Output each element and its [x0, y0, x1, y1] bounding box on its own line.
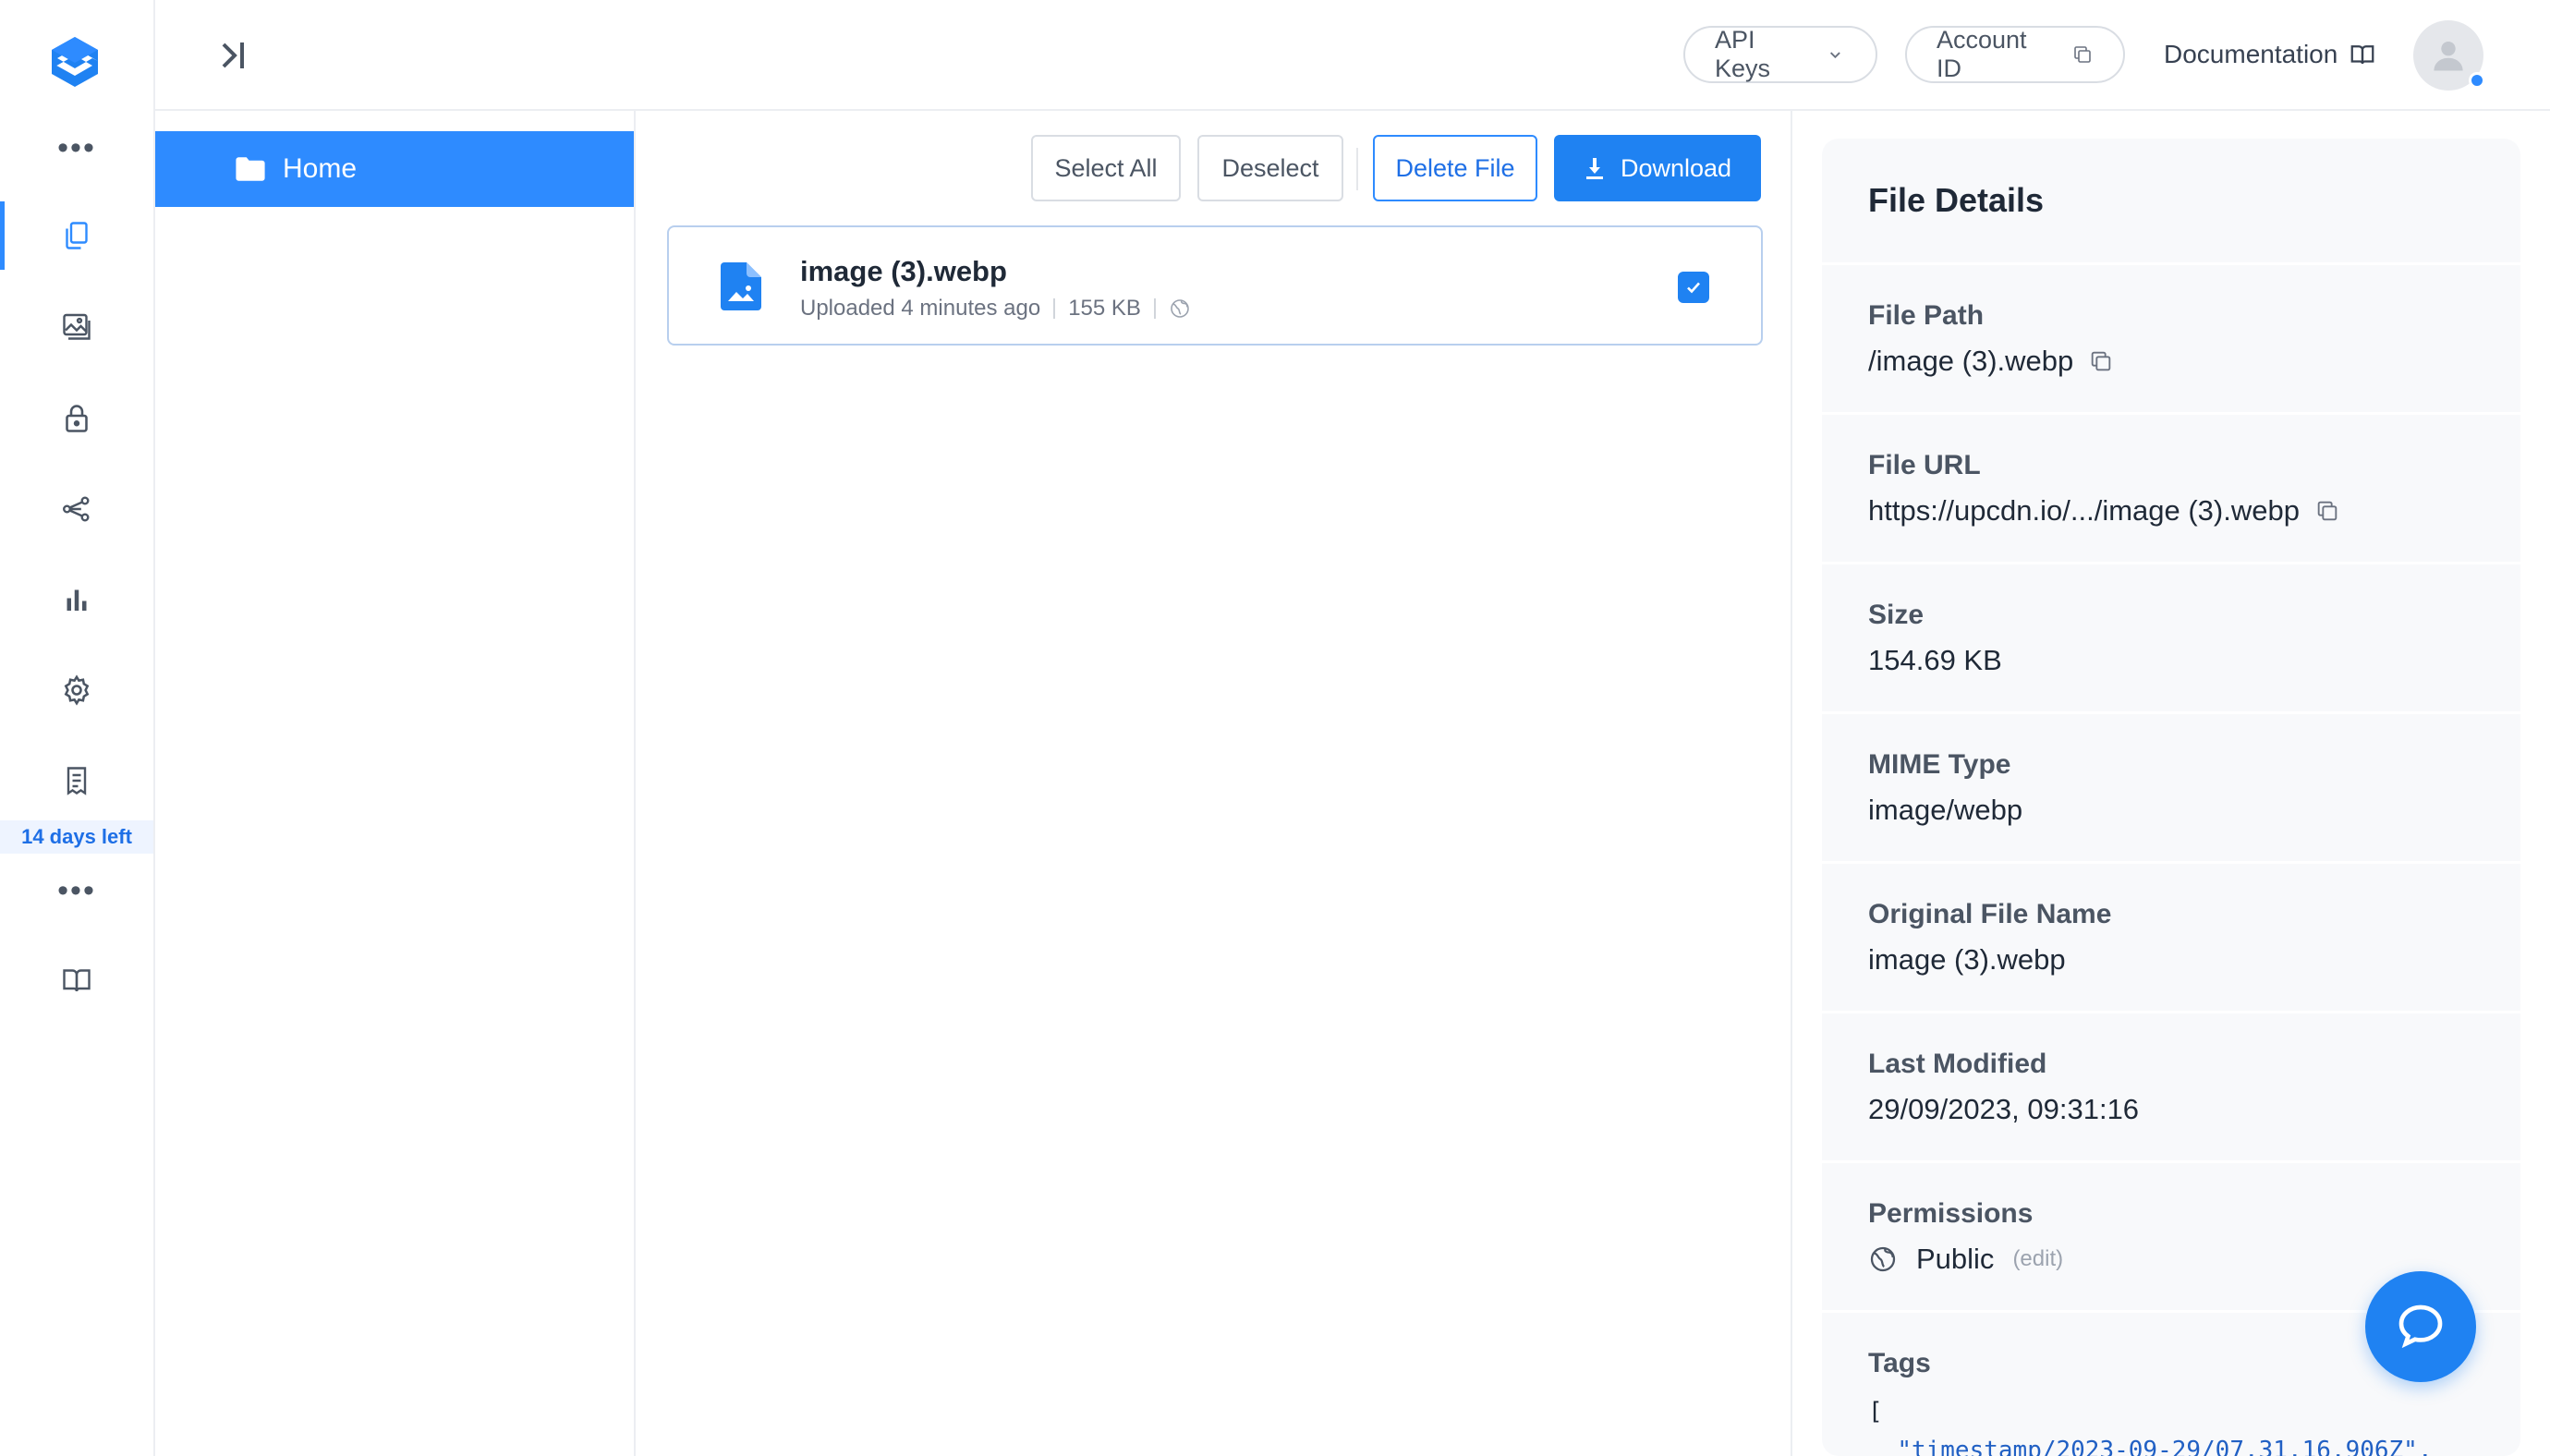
image-icon [63, 313, 91, 340]
nav-settings[interactable] [0, 656, 153, 724]
lock-icon [66, 405, 88, 432]
file-meta: Uploaded 4 minutes ago 155 KB [800, 296, 1191, 322]
online-status-dot [2469, 72, 2485, 89]
check-icon [1687, 282, 1700, 294]
nav-security[interactable] [0, 384, 153, 453]
permissions-value: Public [1916, 1243, 1995, 1275]
file-browser: Select All Deselect Delete File Download… [638, 111, 1792, 1456]
file-details-panel: File Details File Path /image (3).webp F… [1822, 139, 2520, 1456]
gear-icon [64, 674, 90, 706]
chat-bubble-icon [2398, 1304, 2443, 1349]
meta-separator [1053, 298, 1056, 319]
share-nodes-icon [62, 496, 90, 522]
nav-docs[interactable] [0, 946, 153, 1014]
deselect-button[interactable]: Deselect [1197, 135, 1343, 201]
copy-icon[interactable] [2314, 498, 2340, 524]
download-label: Download [1620, 153, 1732, 182]
detail-original-name: Original File Name image (3).webp [1822, 861, 2520, 1011]
api-keys-dropdown[interactable]: API Keys [1683, 26, 1877, 83]
download-button[interactable]: Download [1554, 135, 1761, 201]
file-checkbox[interactable] [1678, 272, 1709, 303]
select-all-button[interactable]: Select All [1031, 135, 1181, 201]
globe-icon [1870, 1246, 1896, 1272]
files-icon [66, 222, 88, 249]
nav-integrations[interactable] [0, 475, 153, 543]
download-icon [1585, 158, 1603, 179]
folder-label: Home [283, 153, 358, 184]
copy-icon[interactable] [2088, 348, 2114, 374]
detail-label: MIME Type [1868, 749, 2011, 780]
detail-label: File Path [1868, 300, 1985, 331]
documentation-label: Documentation [2164, 40, 2338, 68]
chevron-down-icon [1830, 52, 1841, 59]
detail-last-modified: Last Modified 29/09/2023, 09:31:16 [1822, 1011, 2520, 1160]
detail-file-url: File URL https://upcdn.io/.../image (3).… [1822, 412, 2520, 562]
nav-billing[interactable] [0, 746, 153, 815]
trial-badge[interactable]: 14 days left [0, 820, 153, 854]
ellipsis-icon[interactable]: ••• [0, 875, 153, 906]
nav-images[interactable] [0, 292, 153, 360]
image-file-icon [721, 262, 761, 310]
detail-file-path: File Path /image (3).webp [1822, 262, 2520, 412]
edit-permissions-link[interactable]: (edit) [2012, 1246, 2063, 1272]
top-bar: API Keys Account ID Documentation [155, 0, 2550, 111]
file-name: image (3).webp [800, 255, 1007, 287]
receipt-icon [67, 767, 87, 795]
tags-json: [ "timestamp/2023-09-29/07.31.16.906Z", [1868, 1392, 2433, 1456]
file-row[interactable]: image (3).webp Uploaded 4 minutes ago 15… [667, 225, 1763, 346]
nav-analytics[interactable] [0, 565, 153, 634]
mime-value: image/webp [1868, 794, 2023, 826]
size-value: 154.69 KB [1868, 644, 2002, 676]
expand-sidebar-icon[interactable] [220, 39, 249, 72]
ellipsis-icon[interactable]: ••• [0, 132, 153, 164]
detail-label: Tags [1868, 1348, 1931, 1378]
api-keys-label: API Keys [1715, 26, 1771, 82]
detail-size: Size 154.69 KB [1822, 562, 2520, 711]
copy-icon [2074, 46, 2091, 63]
file-path-value: /image (3).webp [1868, 345, 2074, 377]
globe-icon [1171, 299, 1189, 318]
last-modified-value: 29/09/2023, 09:31:16 [1868, 1093, 2140, 1125]
details-title: File Details [1868, 181, 2045, 219]
tag-value: "timestamp/2023-09-29/07.31.16.906Z", [1897, 1437, 2433, 1456]
detail-mime-type: MIME Type image/webp [1822, 711, 2520, 861]
left-rail: ••• 14 days left ••• [0, 0, 155, 1456]
file-uploaded: Uploaded 4 minutes ago [800, 296, 1041, 321]
detail-label: File URL [1868, 450, 1981, 480]
book-icon [2350, 45, 2374, 65]
detail-value: https://upcdn.io/.../image (3).webp [1868, 494, 2340, 528]
meta-separator [1153, 298, 1156, 319]
tags-open-bracket: [ [1868, 1398, 1883, 1426]
folder-icon [236, 157, 265, 181]
folder-home[interactable]: Home [155, 131, 634, 207]
detail-label: Permissions [1868, 1198, 2034, 1229]
app-logo-icon[interactable] [46, 33, 103, 91]
account-id-button[interactable]: Account ID [1905, 26, 2125, 83]
file-url-value[interactable]: https://upcdn.io/.../image (3).webp [1868, 494, 2300, 528]
documentation-link[interactable]: Documentation [2164, 26, 2376, 83]
nav-files[interactable] [0, 201, 153, 270]
original-name-value: image (3).webp [1868, 943, 2066, 976]
detail-label: Original File Name [1868, 899, 2112, 929]
account-id-label: Account ID [1937, 26, 2027, 82]
toolbar-divider [1356, 148, 1358, 190]
detail-value: /image (3).webp [1868, 345, 2114, 378]
detail-label: Last Modified [1868, 1049, 2047, 1079]
folder-tree: Home [155, 111, 636, 1456]
book-icon [63, 969, 91, 992]
detail-label: Size [1868, 600, 1925, 630]
file-size: 155 KB [1068, 296, 1141, 321]
chat-button[interactable] [2365, 1271, 2476, 1382]
user-icon [2434, 41, 2463, 71]
delete-file-button[interactable]: Delete File [1373, 135, 1537, 201]
bar-chart-icon [67, 589, 87, 611]
detail-value: Public (edit) [1868, 1243, 2063, 1276]
